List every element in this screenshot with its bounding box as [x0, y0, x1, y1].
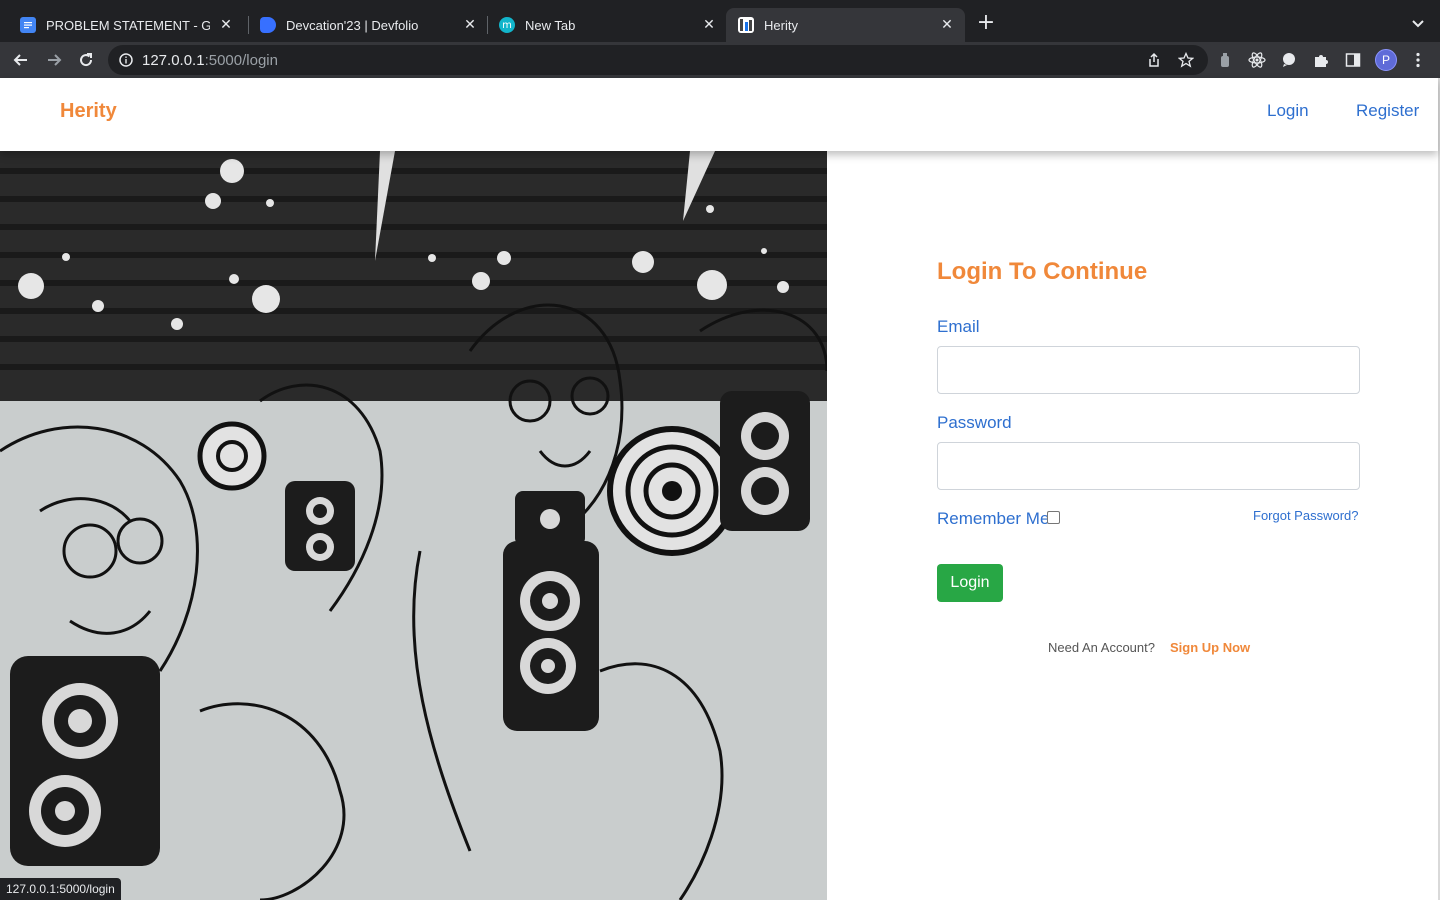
close-tab-icon[interactable]: ✕ [218, 17, 234, 33]
new-tab-plus-icon[interactable]: + [975, 12, 997, 34]
url-path: :5000/login [204, 52, 278, 69]
chat-bubble-icon[interactable] [1279, 50, 1299, 70]
reload-icon[interactable] [74, 48, 98, 72]
url-text: 127.0.0.1:5000/login [142, 52, 278, 69]
site-info-icon[interactable] [118, 52, 134, 68]
close-tab-icon[interactable]: ✕ [701, 17, 717, 33]
forgot-password-link[interactable]: Forgot Password? [1253, 508, 1359, 523]
nav-login-link[interactable]: Login [1267, 101, 1309, 121]
react-devtools-icon[interactable] [1247, 50, 1267, 70]
tab-title: New Tab [525, 17, 576, 33]
side-panel-icon[interactable] [1343, 50, 1363, 70]
sign-up-link[interactable]: Sign Up Now [1170, 640, 1250, 655]
email-label: Email [937, 317, 980, 336]
tab-problem-statement[interactable]: PROBLEM STATEMENT - Goog ✕ [8, 8, 244, 42]
login-heading: Login To Continue [937, 258, 1148, 285]
tab-search-chevron-down-icon[interactable] [1408, 14, 1428, 34]
profile-avatar[interactable]: P [1375, 49, 1397, 71]
google-docs-icon [20, 17, 36, 33]
remember-me-checkbox[interactable] [1047, 511, 1060, 524]
tab-title: Herity [764, 17, 798, 33]
close-tab-icon[interactable]: ✕ [462, 17, 478, 33]
browser-toolbar: 127.0.0.1:5000/login P [0, 42, 1440, 78]
tab-title: Devcation'23 | Devfolio [286, 17, 419, 33]
back-arrow-icon[interactable] [9, 48, 33, 72]
login-submit-button[interactable]: Login [937, 564, 1003, 602]
close-tab-icon[interactable]: ✕ [939, 17, 955, 33]
tab-herity[interactable]: Herity ✕ [726, 8, 965, 42]
m-icon: m [499, 17, 515, 33]
browser-tab-strip: PROBLEM STATEMENT - Goog ✕ Devcation'23 … [0, 0, 1440, 42]
herity-icon [738, 17, 754, 33]
email-field[interactable] [937, 346, 1360, 394]
password-field[interactable] [937, 442, 1360, 490]
hero-artwork-image [0, 151, 827, 900]
extension-bottle-icon[interactable] [1215, 50, 1235, 70]
site-navbar: Herity Login Register [0, 78, 1438, 151]
password-label: Password [937, 413, 1012, 432]
extensions-puzzle-icon[interactable] [1311, 50, 1331, 70]
share-icon[interactable] [1146, 52, 1162, 68]
link-status-bubble: 127.0.0.1:5000/login [0, 878, 121, 900]
forward-arrow-icon[interactable] [42, 48, 66, 72]
tab-title: PROBLEM STATEMENT - Goog [46, 17, 210, 33]
brand-logo[interactable]: Herity [60, 100, 117, 123]
kebab-menu-icon[interactable] [1408, 50, 1428, 70]
need-account-text: Need An Account? [1048, 640, 1155, 655]
nav-register-link[interactable]: Register [1356, 101, 1419, 121]
bookmark-star-icon[interactable] [1177, 51, 1195, 68]
remember-me-label[interactable]: Remember Me [937, 509, 1049, 529]
tab-new-tab[interactable]: m New Tab ✕ [487, 8, 727, 42]
tab-devfolio[interactable]: Devcation'23 | Devfolio ✕ [248, 8, 488, 42]
devfolio-icon [260, 17, 276, 33]
url-host: 127.0.0.1 [142, 52, 205, 69]
address-bar[interactable]: 127.0.0.1:5000/login [108, 45, 1208, 75]
